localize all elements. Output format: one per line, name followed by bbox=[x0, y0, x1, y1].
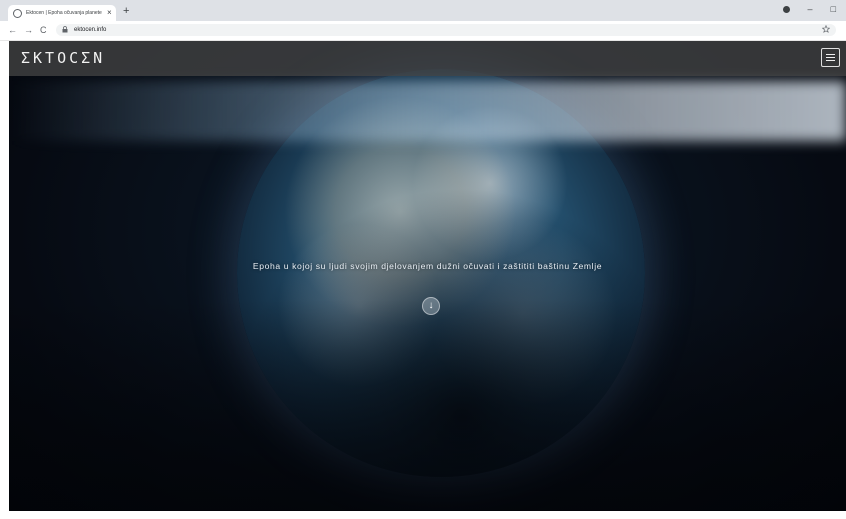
bottom-vignette bbox=[9, 41, 846, 511]
back-button[interactable]: ← bbox=[8, 24, 17, 36]
forward-button[interactable]: → bbox=[24, 24, 33, 36]
browser-toolbar: ← → C ektocen.info bbox=[0, 21, 846, 41]
browser-tab[interactable]: Ektocen | Epoha očuvanja planete × bbox=[8, 5, 116, 21]
menu-line bbox=[826, 60, 835, 61]
arrow-down-icon[interactable]: ↓ bbox=[422, 297, 440, 315]
new-tab-button[interactable]: + bbox=[123, 5, 129, 17]
star-icon[interactable] bbox=[821, 24, 831, 35]
lock-icon bbox=[62, 25, 68, 35]
restore-button[interactable]: □ bbox=[831, 4, 836, 14]
globe-icon bbox=[13, 8, 22, 18]
hamburger-icon[interactable] bbox=[821, 48, 840, 67]
site-header: ΣKTOCΣN bbox=[9, 41, 846, 76]
page-viewport: ΣKTOCΣN Epoha u kojoj su ljudi svojim dj… bbox=[9, 41, 846, 511]
profile-icon[interactable] bbox=[782, 5, 790, 13]
hero-tagline: Epoha u kojoj su ljudi svojim djelovanje… bbox=[252, 261, 603, 271]
address-bar[interactable]: ektocen.info bbox=[56, 24, 836, 36]
tab-close-button[interactable]: × bbox=[107, 5, 112, 21]
menu-line bbox=[826, 57, 835, 58]
url-text: ektocen.info bbox=[74, 27, 107, 33]
menu-line bbox=[826, 54, 835, 55]
window-controls: – □ bbox=[782, 4, 836, 14]
tab-title: Ektocen | Epoha očuvanja planete bbox=[26, 10, 102, 16]
minimize-button[interactable]: – bbox=[808, 4, 813, 14]
reload-button[interactable]: C bbox=[40, 24, 47, 36]
browser-tab-strip: Ektocen | Epoha očuvanja planete × + – □ bbox=[0, 0, 846, 21]
site-logo[interactable]: ΣKTOCΣN bbox=[21, 50, 105, 66]
